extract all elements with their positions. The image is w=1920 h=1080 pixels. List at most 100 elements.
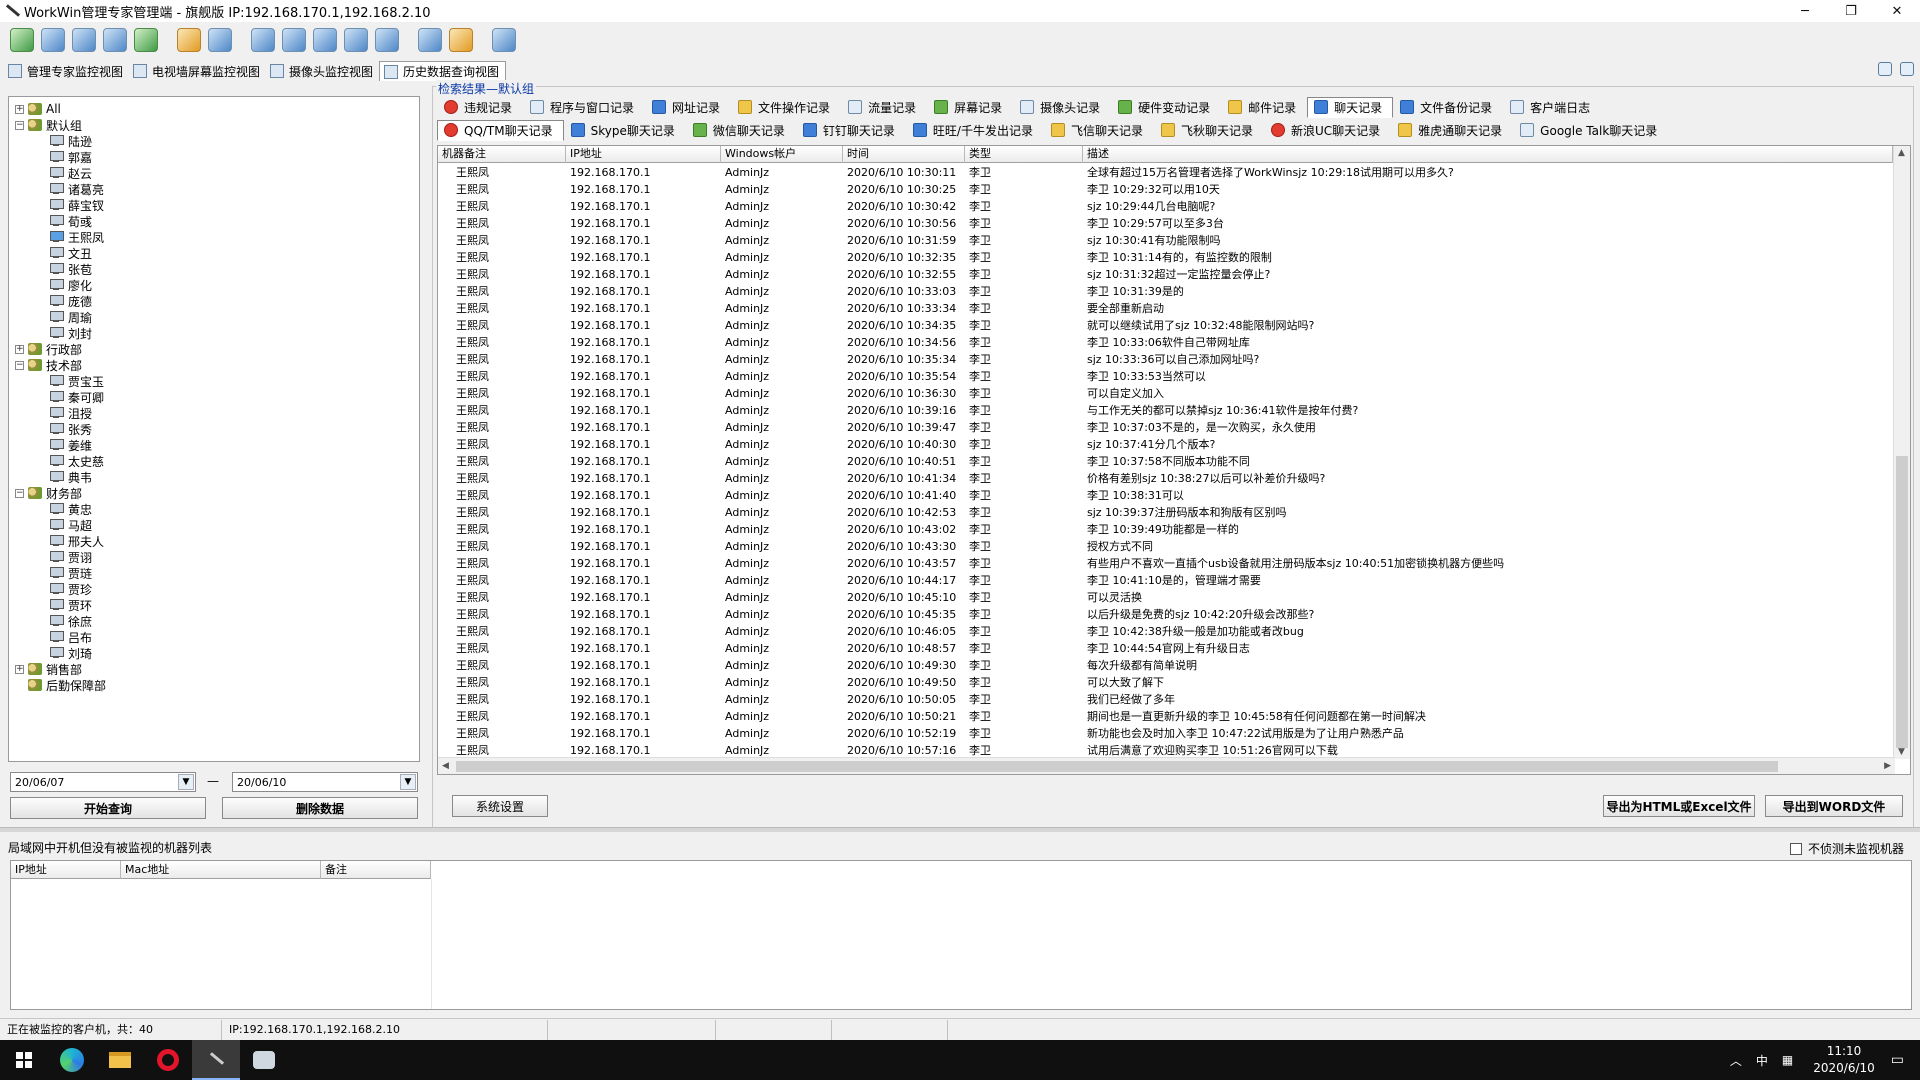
tab-tabs_row1-1[interactable]: 程序与窗口记录 (523, 97, 645, 118)
layout-icon[interactable] (1900, 62, 1914, 76)
column-header[interactable]: 时间 (843, 146, 965, 163)
scroll-up-icon[interactable]: ▲ (1898, 148, 1905, 158)
taskbar-explorer[interactable] (96, 1040, 144, 1080)
mail-icon[interactable] (103, 28, 127, 52)
table-row[interactable]: 王熙凤 192.168.170.1 AdminJz 2020/6/10 10:30:4… (438, 198, 1893, 215)
tab-tabs_row2-3[interactable]: 钉钉聊天记录 (796, 120, 906, 141)
globe-icon[interactable] (41, 28, 65, 52)
tab-expert-monitor[interactable]: 管理专家监控视图 (4, 61, 129, 81)
table-row[interactable]: 王熙凤 192.168.170.1 AdminJz 2020/6/10 10:35:3… (438, 351, 1893, 368)
table-row[interactable]: 王熙凤 192.168.170.1 AdminJz 2020/6/10 10:45:1… (438, 589, 1893, 606)
chart-icon[interactable] (492, 28, 516, 52)
tree-machine[interactable]: 贾珍 (49, 581, 92, 597)
start-button[interactable] (0, 1040, 48, 1080)
tree-machine[interactable]: 文丑 (49, 245, 92, 261)
table-row[interactable]: 王熙凤 192.168.170.1 AdminJz 2020/6/10 10:32:5… (438, 266, 1893, 283)
tree-group[interactable]: − 技术部 (15, 357, 82, 373)
minimize-button[interactable]: ─ (1782, 0, 1828, 22)
tray-chevron-icon[interactable]: ︿ (1730, 1052, 1742, 1069)
tree-group[interactable]: + 行政部 (15, 341, 82, 357)
table-row[interactable]: 王熙凤 192.168.170.1 AdminJz 2020/6/10 10:43:5… (438, 555, 1893, 572)
tab-tabs_row2-7[interactable]: 新浪UC聊天记录 (1264, 120, 1391, 141)
tree-machine[interactable]: 姜维 (49, 437, 92, 453)
table-row[interactable]: 王熙凤 192.168.170.1 AdminJz 2020/6/10 10:49:5… (438, 674, 1893, 691)
tab-tabs_row1-9[interactable]: 聊天记录 (1307, 96, 1394, 118)
table-row[interactable]: 王熙凤 192.168.170.1 AdminJz 2020/6/10 10:43:0… (438, 521, 1893, 538)
keyboard-icon[interactable]: ▦ (1782, 1053, 1793, 1067)
horizontal-scrollbar[interactable]: ◀ ▶ (438, 757, 1895, 774)
search-icon[interactable] (1878, 62, 1892, 76)
puzzle-icon[interactable] (134, 28, 158, 52)
tree-machine[interactable]: 秦可卿 (49, 389, 104, 405)
table-row[interactable]: 王熙凤 192.168.170.1 AdminJz 2020/6/10 10:39:4… (438, 419, 1893, 436)
table-row[interactable]: 王熙凤 192.168.170.1 AdminJz 2020/6/10 10:52:1… (438, 725, 1893, 742)
usb-icon[interactable] (208, 28, 232, 52)
column-header[interactable]: 机器备注 (438, 146, 566, 163)
tab-tv-wall[interactable]: 电视墙屏幕监控视图 (129, 61, 266, 81)
tree-machine[interactable]: 陆逊 (49, 133, 92, 149)
tree-machine[interactable]: 贾环 (49, 597, 92, 613)
table-row[interactable]: 王熙凤 192.168.170.1 AdminJz 2020/6/10 10:40:3… (438, 436, 1893, 453)
tree-group[interactable]: − 财务部 (15, 485, 82, 501)
list-icon[interactable] (449, 28, 473, 52)
window-stack-icon[interactable] (344, 28, 368, 52)
table-row[interactable]: 王熙凤 192.168.170.1 AdminJz 2020/6/10 10:46:0… (438, 623, 1893, 640)
tab-tabs_row2-0[interactable]: QQ/TM聊天记录 (437, 119, 564, 141)
tab-tabs_row1-2[interactable]: 网址记录 (645, 97, 731, 118)
table-row[interactable]: 王熙凤 192.168.170.1 AdminJz 2020/6/10 10:30:5… (438, 215, 1893, 232)
tree-machine[interactable]: 张秀 (49, 421, 92, 437)
table-row[interactable]: 王熙凤 192.168.170.1 AdminJz 2020/6/10 10:44:1… (438, 572, 1893, 589)
table-row[interactable]: 王熙凤 192.168.170.1 AdminJz 2020/6/10 10:34:3… (438, 317, 1893, 334)
vertical-scroll-thumb[interactable] (1896, 456, 1908, 748)
table-row[interactable]: 王熙凤 192.168.170.1 AdminJz 2020/6/10 10:48:5… (438, 640, 1893, 657)
tab-history[interactable]: 历史数据查询视图 (379, 61, 507, 81)
column-mac[interactable]: Mac地址 (121, 861, 321, 879)
table-row[interactable]: 王熙凤 192.168.170.1 AdminJz 2020/6/10 10:34:5… (438, 334, 1893, 351)
tab-tabs_row1-3[interactable]: 文件操作记录 (731, 97, 841, 118)
table-row[interactable]: 王熙凤 192.168.170.1 AdminJz 2020/6/10 10:33:0… (438, 283, 1893, 300)
tree-group[interactable]: + 销售部 (15, 661, 82, 677)
document-icon[interactable] (418, 28, 442, 52)
tree-machine[interactable]: 黄忠 (49, 501, 92, 517)
column-header[interactable]: 描述 (1083, 146, 1893, 163)
tree-expander[interactable]: + (15, 104, 24, 114)
tree-machine[interactable]: 贾琏 (49, 565, 92, 581)
table-row[interactable]: 王熙凤 192.168.170.1 AdminJz 2020/6/10 10:43:3… (438, 538, 1893, 555)
table-row[interactable]: 王熙凤 192.168.170.1 AdminJz 2020/6/10 10:33:3… (438, 300, 1893, 317)
table-row[interactable]: 王熙凤 192.168.170.1 AdminJz 2020/6/10 10:40:5… (438, 453, 1893, 470)
tree-machine[interactable]: 马超 (49, 517, 92, 533)
tree-machine[interactable]: 刘封 (49, 325, 92, 341)
tree-group[interactable]: + All (15, 101, 61, 117)
tree-expander[interactable]: − (15, 360, 24, 370)
tree-machine[interactable]: 薛宝钗 (49, 197, 104, 213)
tab-tabs_row1-10[interactable]: 文件备份记录 (1393, 97, 1503, 118)
table-row[interactable]: 王熙凤 192.168.170.1 AdminJz 2020/6/10 10:39:1… (438, 402, 1893, 419)
taskbar-app[interactable] (240, 1040, 288, 1080)
tab-tabs_row2-2[interactable]: 微信聊天记录 (686, 120, 796, 141)
tree-machine[interactable]: 贾宝玉 (49, 373, 104, 389)
tree-machine[interactable]: 荀彧 (49, 213, 92, 229)
tree-machine[interactable]: 赵云 (49, 165, 92, 181)
table-row[interactable]: 王熙凤 192.168.170.1 AdminJz 2020/6/10 10:41:3… (438, 470, 1893, 487)
clock[interactable]: 11:10 2020/6/10 (1813, 1043, 1875, 1077)
vertical-scrollbar[interactable]: ▲ ▼ (1893, 146, 1910, 759)
tree-group[interactable]: − 默认组 (15, 117, 82, 133)
tab-tabs_row1-0[interactable]: 违规记录 (437, 97, 523, 118)
tab-tabs_row2-1[interactable]: Skype聊天记录 (564, 120, 686, 141)
tree-machine[interactable]: 王熙凤 (49, 229, 104, 245)
tree-expander[interactable]: − (15, 120, 24, 130)
tab-tabs_row1-4[interactable]: 流量记录 (841, 97, 927, 118)
table-row[interactable]: 王熙凤 192.168.170.1 AdminJz 2020/6/10 10:35:5… (438, 368, 1893, 385)
tree-expander[interactable]: + (15, 664, 24, 674)
tree-machine[interactable]: 诸葛亮 (49, 181, 104, 197)
column-header[interactable]: 类型 (965, 146, 1083, 163)
taskbar-opera[interactable] (144, 1040, 192, 1080)
column-header[interactable]: IP地址 (566, 146, 721, 163)
tab-camera[interactable]: 摄像头监控视图 (266, 61, 379, 81)
column-note[interactable]: 备注 (321, 861, 431, 879)
tab-tabs_row2-5[interactable]: 飞信聊天记录 (1044, 120, 1154, 141)
table-row[interactable]: 王熙凤 192.168.170.1 AdminJz 2020/6/10 10:31:5… (438, 232, 1893, 249)
tab-tabs_row1-5[interactable]: 屏幕记录 (927, 97, 1013, 118)
table-row[interactable]: 王熙凤 192.168.170.1 AdminJz 2020/6/10 10:32:3… (438, 249, 1893, 266)
column-ip[interactable]: IP地址 (11, 861, 121, 879)
